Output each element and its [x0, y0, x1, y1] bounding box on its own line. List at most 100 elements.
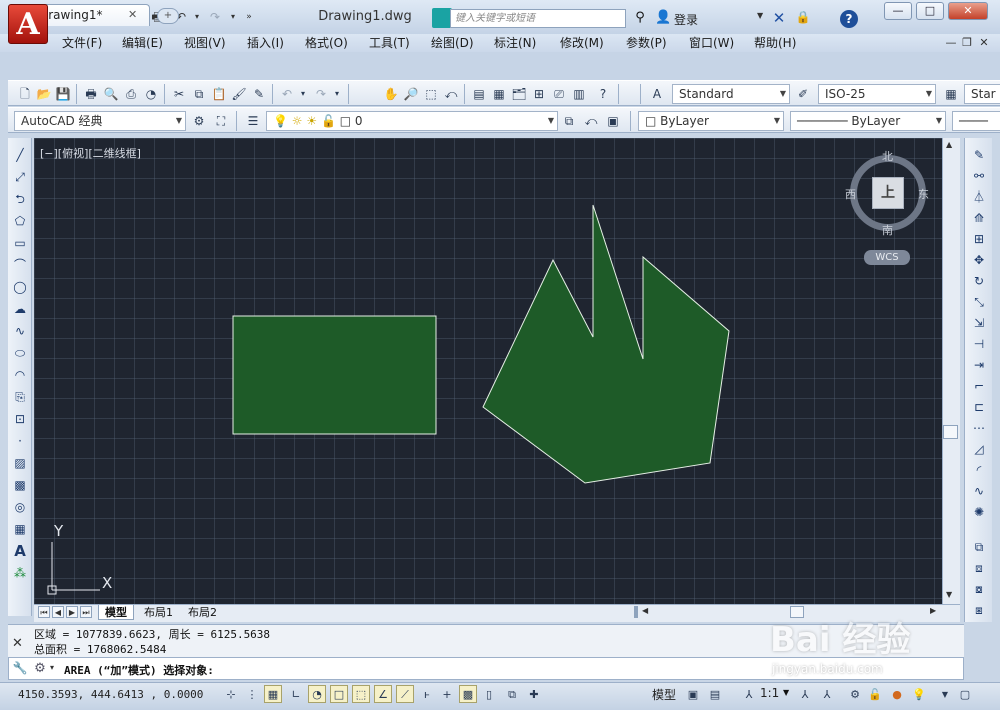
rectangle-icon[interactable]: ▭ [11, 234, 29, 252]
maximize-button[interactable]: □ [916, 2, 944, 20]
scroll-down-icon[interactable]: ▼ [946, 590, 952, 599]
table-icon[interactable]: ▦ [11, 520, 29, 538]
workspace-select[interactable]: AutoCAD 经典 ▼ [14, 111, 186, 131]
vertical-scroll-thumb[interactable] [943, 425, 958, 439]
linetype-select[interactable]: ─────── ByLayer ▼ [790, 111, 946, 131]
wcs-menu-button[interactable]: WCS [864, 250, 910, 265]
color-select[interactable]: □ ByLayer ▼ [638, 111, 784, 131]
dynamic-input-icon[interactable]: ⱶ [418, 685, 436, 703]
block-editor-icon[interactable]: ✎ [250, 85, 268, 103]
join-icon[interactable]: ⋯ [970, 419, 988, 437]
zoom-window-icon[interactable]: ⬚ [422, 85, 440, 103]
doc-restore-icon[interactable]: ❐ [960, 36, 974, 50]
erase-icon[interactable]: ✎ [970, 146, 988, 164]
paste-icon[interactable]: 📋 [210, 85, 228, 103]
undo-dropdown-icon[interactable]: ▾ [298, 85, 308, 103]
line-icon[interactable]: ╱ [11, 146, 29, 164]
draw-order-icon[interactable]: ⧉ [970, 538, 988, 556]
object-snap-icon[interactable]: □ [330, 685, 348, 703]
plot-icon[interactable]: 🖶 [82, 85, 100, 103]
exchange-apps-icon[interactable]: ✕ [770, 9, 788, 27]
quick-view-drawings-icon[interactable]: ▤ [706, 685, 724, 703]
scale-icon[interactable]: ⤡ [970, 293, 988, 311]
hatch-icon[interactable]: ▨ [11, 454, 29, 472]
help-icon[interactable]: ? [594, 85, 612, 103]
compass-south[interactable]: 南 [882, 222, 893, 238]
compass-north[interactable]: 北 [882, 148, 893, 164]
viewcube-top-face[interactable]: 上 [872, 177, 904, 209]
grid-display-icon[interactable]: ▦ [264, 685, 282, 703]
mirror-icon[interactable]: ⏃ [970, 188, 988, 206]
quick-view-layouts-icon[interactable]: ▣ [684, 685, 702, 703]
new-tab-button[interactable]: + [157, 8, 179, 24]
offset-icon[interactable]: ⟰ [970, 209, 988, 227]
infer-constraints-icon[interactable]: ⊹ [222, 685, 240, 703]
table-style-select[interactable]: Star [964, 84, 1000, 104]
markup-icon[interactable]: ⎚ [550, 85, 568, 103]
dynamic-ucs-icon[interactable]: ⟋ [396, 685, 414, 703]
bring-above-icon[interactable]: ⧆ [970, 601, 988, 619]
menu-draw[interactable]: 绘图(D) [431, 34, 474, 52]
revision-cloud-icon[interactable]: ☁ [11, 300, 29, 318]
copy-object-icon[interactable]: ⚯ [970, 167, 988, 185]
tab-layout2[interactable]: 布局2 [184, 605, 221, 620]
point-icon[interactable]: · [11, 432, 29, 450]
polygon-icon[interactable]: ⬠ [11, 212, 29, 230]
user-icon[interactable]: 👤 [655, 10, 671, 26]
irregular-polygon-object[interactable] [482, 204, 730, 484]
text-style-select[interactable]: Standard ▼ [672, 84, 790, 104]
ortho-mode-icon[interactable]: ∟ [287, 685, 305, 703]
model-space-button[interactable]: 模型 [652, 686, 676, 703]
array-icon[interactable]: ⊞ [970, 230, 988, 248]
minimize-button[interactable]: — [884, 2, 912, 20]
recent-commands-dropdown-icon[interactable]: ▾ [50, 663, 54, 672]
break-icon[interactable]: ⊏ [970, 398, 988, 416]
annotation-monitor-icon[interactable]: ✚ [525, 685, 543, 703]
search-input[interactable]: 键入关键字或短语 [450, 9, 626, 28]
rotate-icon[interactable]: ↻ [970, 272, 988, 290]
annotation-scale-icon[interactable]: ⅄ [740, 685, 758, 703]
help-icon[interactable]: ? [840, 10, 858, 28]
rectangle-object[interactable] [232, 315, 437, 435]
layer-properties-icon[interactable]: ☰ [244, 112, 262, 130]
fillet-icon[interactable]: ◜ [970, 461, 988, 479]
next-layout-icon[interactable]: ▶ [66, 606, 78, 618]
prev-layout-icon[interactable]: ◀ [52, 606, 64, 618]
object-snap-tracking-icon[interactable]: ∠ [374, 685, 392, 703]
drawing-canvas[interactable] [34, 138, 942, 604]
stay-connected-icon[interactable]: 🔒 [795, 10, 811, 26]
multiline-text-icon[interactable]: A [11, 542, 29, 560]
hardware-acceleration-icon[interactable]: ● [888, 685, 906, 703]
save-icon[interactable]: 💾 [54, 85, 72, 103]
toolbar-lock-icon[interactable]: 🔓 [866, 685, 884, 703]
command-line-close-icon[interactable]: ✕ [12, 636, 26, 651]
ellipse-arc-icon[interactable]: ◠ [11, 366, 29, 384]
insert-block-icon[interactable]: ⎘ [11, 388, 29, 406]
circle-icon[interactable]: ◯ [11, 278, 29, 296]
add-selected-icon[interactable]: ⁂ [11, 564, 29, 582]
menu-dimension[interactable]: 标注(N) [494, 34, 536, 52]
last-layout-icon[interactable]: ⏭ [80, 606, 92, 618]
region-icon[interactable]: ◎ [11, 498, 29, 516]
viewport-controls-label[interactable]: [−][俯视][二维线框] [40, 145, 141, 161]
infocenter-expand-icon[interactable] [432, 8, 452, 28]
wrench-icon[interactable]: 🔧 [12, 661, 28, 677]
ellipse-icon[interactable]: ⬭ [11, 344, 29, 362]
3d-print-icon[interactable]: ◔ [142, 85, 160, 103]
dim-style-icon[interactable]: ✐ [794, 85, 812, 103]
3d-object-snap-icon[interactable]: ⬚ [352, 685, 370, 703]
publish-icon[interactable]: ⎙ [122, 85, 140, 103]
blend-curves-icon[interactable]: ∿ [970, 482, 988, 500]
tab-close-icon[interactable]: ✕ [128, 8, 137, 21]
lineweight-select[interactable]: ──── [952, 111, 1000, 131]
scroll-up-icon[interactable]: ▲ [946, 140, 952, 149]
menu-insert[interactable]: 插入(I) [247, 34, 284, 52]
coordinates-readout[interactable]: 4150.3593, 444.6413 , 0.0000 [18, 688, 203, 701]
clean-screen-icon[interactable]: ▢ [956, 685, 974, 703]
zoom-realtime-icon[interactable]: 🔎 [402, 85, 420, 103]
quick-properties-icon[interactable]: ▯ [480, 685, 498, 703]
login-dropdown-icon[interactable]: ▼ [757, 11, 763, 20]
redo-dropdown-icon[interactable]: ▾ [332, 85, 342, 103]
make-current-layer-icon[interactable]: ⧉ [560, 112, 578, 130]
stretch-icon[interactable]: ⇲ [970, 314, 988, 332]
